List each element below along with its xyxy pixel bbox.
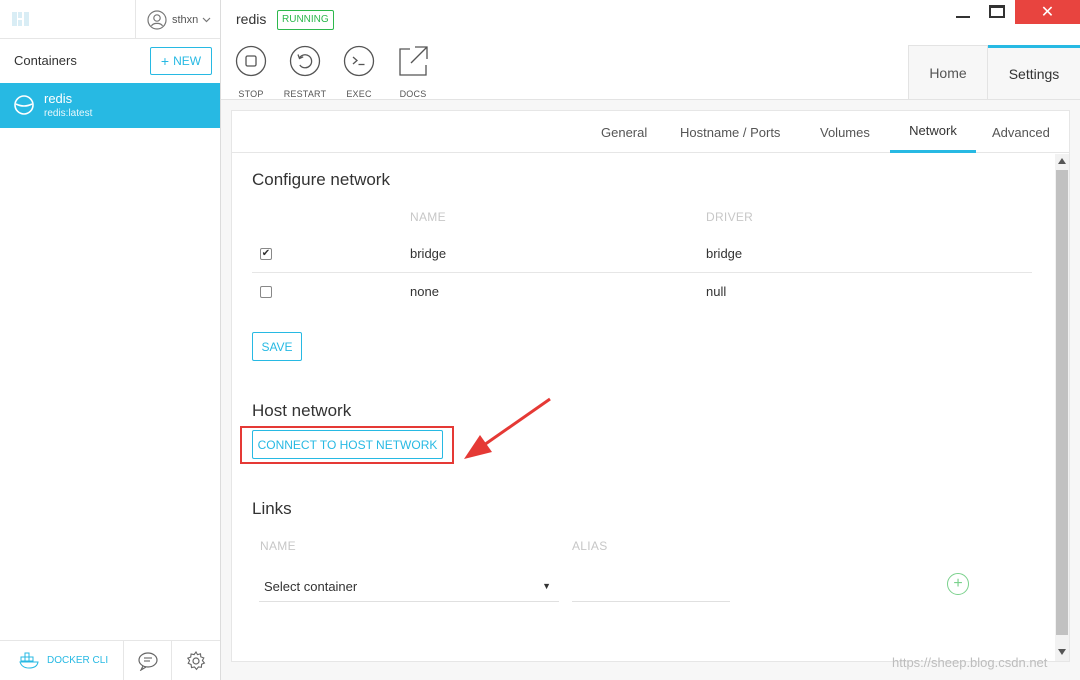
links-alias-header: ALIAS [572,539,608,553]
user-avatar-icon [147,9,167,30]
username: sthxn [172,13,199,26]
settings-panel: General Hostname / Ports Volumes Network… [231,110,1070,662]
close-button[interactable]: ✕ [1015,0,1080,24]
docs-button[interactable]: DOCS [389,45,437,99]
maximize-button[interactable] [984,0,1010,24]
minimize-button[interactable] [950,0,976,24]
external-link-icon [399,46,428,76]
kitematic-window: sthxn Containers + NEW redis redis:lates… [0,0,1080,680]
sidebar-header: sthxn [0,0,220,39]
annotation-arrow-icon [464,397,551,459]
docs-label: DOCS [399,89,427,99]
tab-general[interactable]: General [601,111,647,153]
tab-volumes[interactable]: Volumes [820,111,870,153]
network-checkbox[interactable]: ✔ [260,248,272,260]
configure-network-title: Configure network [252,170,390,189]
scroll-down-icon[interactable] [1058,649,1066,655]
close-icon: ✕ [1040,4,1055,21]
alias-input[interactable] [572,571,730,602]
scroll-up-icon[interactable] [1058,158,1066,164]
network-name: none [410,284,439,299]
connect-host-network-button[interactable]: CONNECT TO HOST NETWORK [252,430,443,459]
main-tabs: Home Settings [908,45,1080,99]
plus-icon: + [953,575,963,592]
vertical-scrollbar[interactable] [1055,154,1069,661]
preferences-button[interactable] [172,641,220,680]
save-button[interactable]: SAVE [252,332,302,361]
network-row: ✔ bridge bridge [252,235,1032,273]
running-container-icon [14,95,34,115]
select-container-value: Select container [264,579,358,594]
restart-label: RESTART [283,89,327,99]
gear-icon [186,650,206,670]
tab-home[interactable]: Home [908,45,988,99]
container-item-redis[interactable]: redis redis:latest [0,83,220,128]
watermark: https://sheep.blog.csdn.net [892,655,1048,670]
chevron-down-icon [202,17,211,22]
restart-button[interactable]: RESTART [281,45,329,99]
settings-tabs: General Hostname / Ports Volumes Network… [232,111,1069,153]
sidebar: sthxn Containers + NEW redis redis:lates… [0,0,221,680]
network-name: bridge [410,246,447,261]
tab-settings[interactable]: Settings [988,45,1080,99]
maximize-icon [989,5,1005,18]
new-button-label: NEW [173,54,202,68]
stop-button[interactable]: STOP [227,45,275,99]
container-name: redis [44,91,73,106]
new-container-button[interactable]: + NEW [150,47,212,75]
container-title: redis [236,11,267,27]
stop-label: STOP [238,89,264,99]
terminal-icon [343,45,375,77]
docker-cli-button[interactable]: DOCKER CLI [0,641,124,680]
stop-icon [235,45,267,77]
tab-network[interactable]: Network [890,111,976,153]
scrollbar-thumb[interactable] [1056,170,1068,635]
links-title: Links [252,499,292,518]
docker-cli-label: DOCKER CLI [47,655,109,666]
add-link-button[interactable]: + [947,573,969,595]
docker-cli-icon [19,652,39,669]
host-network-title: Host network [252,401,352,420]
kitematic-logo [12,12,29,26]
network-driver-header: DRIVER [706,210,754,224]
chat-icon [137,651,158,671]
caret-down-icon: ▼ [542,581,551,591]
network-driver: bridge [706,246,743,261]
tab-advanced[interactable]: Advanced [992,111,1050,153]
exec-label: EXEC [346,89,372,99]
exec-button[interactable]: EXEC [335,45,383,99]
plus-icon: + [160,53,170,69]
status-badge: RUNNING [277,10,334,30]
network-row: none null [252,273,1032,311]
minimize-icon [956,16,970,18]
user-menu[interactable]: sthxn [135,0,220,39]
restart-icon [289,45,321,77]
network-driver: null [706,284,727,299]
containers-title: Containers [14,53,77,68]
feedback-button[interactable] [124,641,172,680]
network-checkbox[interactable] [260,286,272,298]
links-name-header: NAME [260,539,296,553]
select-container-dropdown[interactable]: Select container ▼ [259,571,559,602]
network-name-header: NAME [410,210,446,224]
container-image: redis:latest [44,108,93,119]
sidebar-footer: DOCKER CLI [0,640,220,680]
tab-hostname-ports[interactable]: Hostname / Ports [680,111,780,153]
